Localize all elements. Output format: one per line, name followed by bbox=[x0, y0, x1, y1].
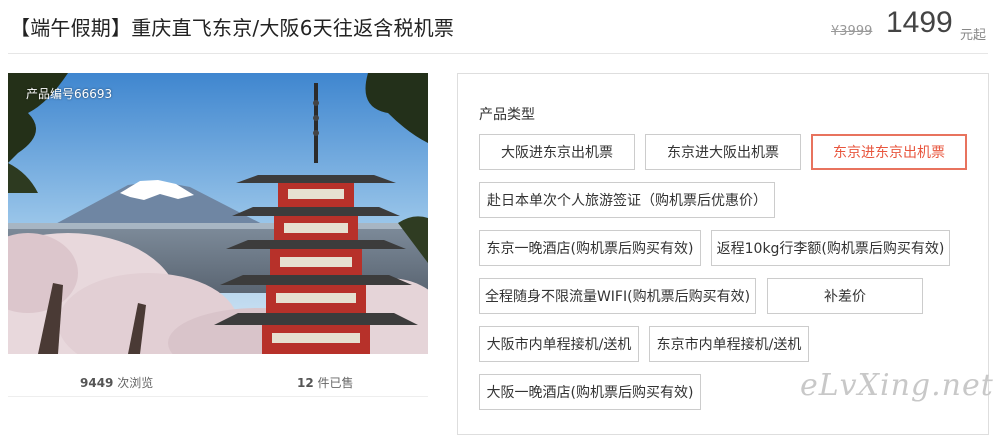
views-label: 次浏览 bbox=[117, 376, 154, 390]
price-unit: 元起 bbox=[960, 28, 987, 43]
option-tokyo-in-tokyo-out[interactable]: 东京进东京出机票 bbox=[811, 134, 967, 170]
product-type-label: 产品类型 bbox=[479, 107, 535, 123]
option-osaka-in-tokyo-out[interactable]: 大阪进东京出机票 bbox=[479, 134, 635, 170]
option-return-luggage[interactable]: 返程10kg行李额(购机票后购买有效) bbox=[711, 230, 950, 266]
option-tokyo-hotel[interactable]: 东京一晚酒店(购机票后购买有效) bbox=[479, 230, 701, 266]
option-osaka-transfer[interactable]: 大阪市内单程接机/送机 bbox=[479, 326, 639, 362]
views-stat: 9449 次浏览 bbox=[80, 374, 153, 391]
pagoda-fuji-image bbox=[8, 73, 428, 354]
option-tokyo-transfer[interactable]: 东京市内单程接机/送机 bbox=[649, 326, 809, 362]
product-number: 产品编号66693 bbox=[26, 87, 113, 101]
original-price: ¥3999 bbox=[831, 24, 873, 39]
watermark: eLvXing.net bbox=[800, 368, 994, 403]
option-japan-visa[interactable]: 赴日本单次个人旅游签证（购机票后优惠价） bbox=[479, 182, 775, 218]
sold-count: 12 bbox=[297, 376, 314, 390]
divider bbox=[8, 396, 428, 397]
divider bbox=[8, 53, 988, 54]
product-photo[interactable]: 产品编号66693 bbox=[8, 73, 428, 354]
current-price: 1499 bbox=[886, 6, 953, 39]
product-title: 【端午假期】重庆直飞东京/大阪6天往返含税机票 bbox=[10, 16, 455, 40]
option-price-difference[interactable]: 补差价 bbox=[767, 278, 923, 314]
option-unlimited-wifi[interactable]: 全程随身不限流量WIFI(购机票后购买有效) bbox=[479, 278, 756, 314]
sold-stat: 12 件已售 bbox=[297, 374, 354, 391]
option-tokyo-in-osaka-out[interactable]: 东京进大阪出机票 bbox=[645, 134, 801, 170]
option-osaka-hotel[interactable]: 大阪一晚酒店(购机票后购买有效) bbox=[479, 374, 701, 410]
views-count: 9449 bbox=[80, 376, 114, 390]
sold-label: 件已售 bbox=[317, 376, 354, 390]
